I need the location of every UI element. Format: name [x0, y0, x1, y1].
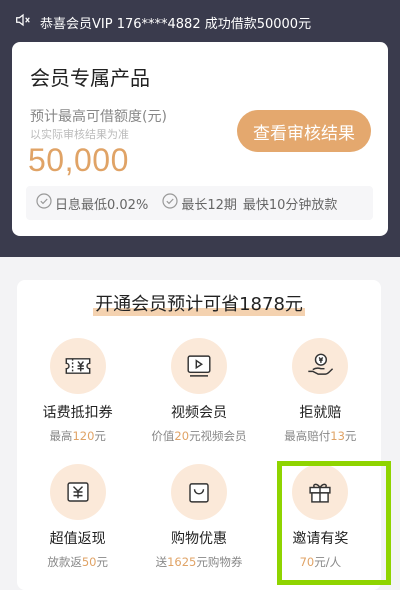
benefit-name: 话费抵扣券	[42, 405, 113, 421]
feature-strip: 日息最低0.02% 最长12期 最快10分钟放款	[26, 186, 373, 220]
feature-item: 最长12期	[162, 193, 237, 213]
coin-hand-icon	[292, 338, 349, 394]
feature-text: 最快10分钟放款	[242, 197, 338, 213]
benefit-video-membership[interactable]: 视频会员 价值20元视频会员	[138, 338, 259, 450]
notice-text: 恭喜会员VIP 176****4882 成功借款50000元	[40, 16, 312, 32]
header-banner: 恭喜会员VIP 176****4882 成功借款50000元 会员专属产品 预计…	[0, 0, 400, 257]
speaker-icon	[14, 11, 32, 33]
benefit-cashback[interactable]: 超值返现 放款返50元	[17, 464, 138, 576]
highlight-frame	[277, 461, 391, 585]
savings-headline-text: 开通会员预计可省1878元	[93, 290, 305, 316]
benefit-shopping-discount[interactable]: 购物优惠 送1625元购物券	[138, 464, 259, 576]
benefit-phone-voucher[interactable]: 话费抵扣券 最高120元	[17, 338, 138, 450]
benefit-name: 超值返现	[49, 531, 106, 547]
view-review-result-button[interactable]: 查看审核结果	[237, 110, 371, 152]
limit-amount: 50,000	[28, 142, 129, 178]
ticket-icon	[49, 338, 106, 394]
benefit-name: 购物优惠	[170, 531, 227, 547]
benefit-desc: 最高赔付13元	[284, 429, 357, 443]
video-play-icon	[170, 338, 227, 394]
cash-card-icon	[49, 464, 106, 520]
shopping-bag-icon	[170, 464, 227, 520]
limit-label: 预计最高可借额度(元)	[30, 109, 167, 125]
benefit-desc: 送1625元购物券	[155, 555, 243, 569]
feature-item: 最快10分钟放款	[243, 194, 338, 213]
benefit-name: 视频会员	[170, 405, 227, 421]
check-circle-icon	[36, 193, 52, 213]
feature-item: 日息最低0.02%	[36, 193, 148, 213]
feature-text: 日息最低0.02%	[55, 197, 149, 213]
benefit-rejection-compensation[interactable]: 拒就赔 最高赔付13元	[260, 338, 381, 450]
member-product-card: 会员专属产品 预计最高可借额度(元) 以实际审核结果为准 50,000 查看审核…	[12, 42, 388, 236]
check-circle-icon	[162, 193, 178, 213]
benefit-desc: 价值20元视频会员	[151, 429, 247, 443]
benefit-desc: 放款返50元	[47, 555, 108, 569]
notice-bar: 恭喜会员VIP 176****4882 成功借款50000元	[14, 10, 311, 34]
benefit-name: 拒就赔	[299, 405, 342, 421]
benefit-desc: 最高120元	[49, 429, 106, 443]
savings-headline: 开通会员预计可省1878元	[17, 290, 381, 316]
limit-note: 以实际审核结果为准	[30, 128, 129, 141]
feature-text: 最长12期	[181, 197, 237, 213]
product-title: 会员专属产品	[30, 66, 150, 90]
